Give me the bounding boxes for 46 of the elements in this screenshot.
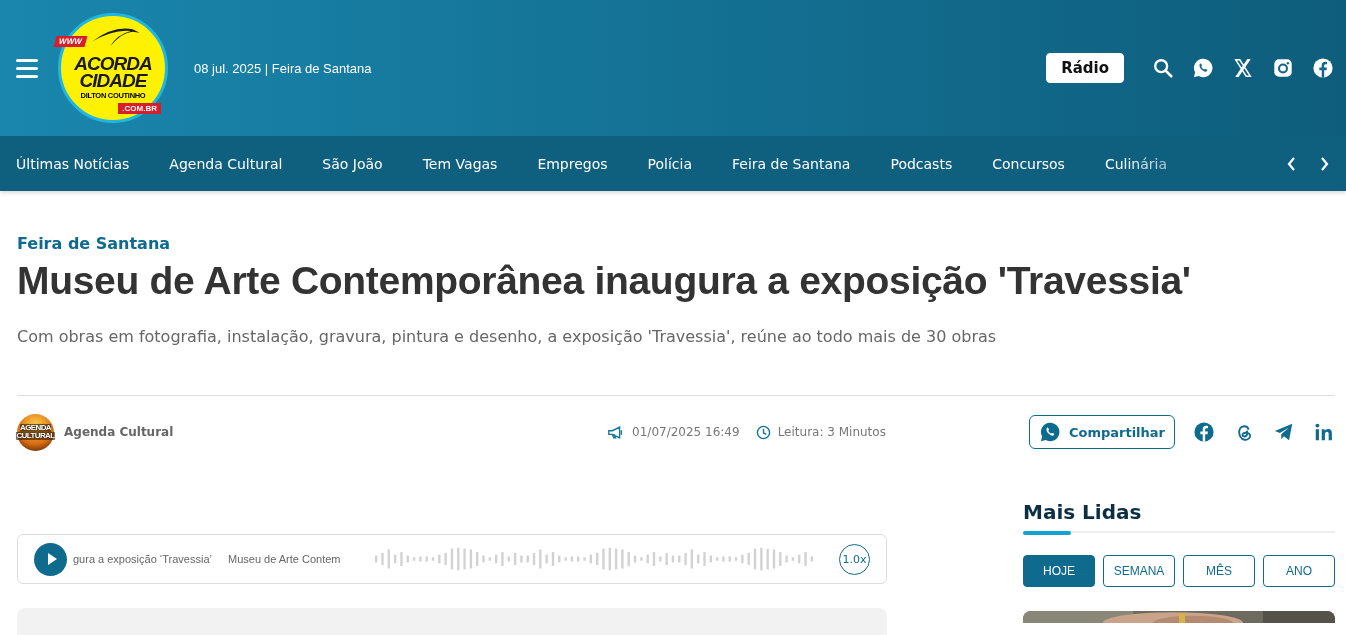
period-tab[interactable]: ANO [1263,555,1335,587]
x-logo-icon[interactable] [1232,57,1254,79]
telegram-icon[interactable] [1273,421,1295,443]
publish-date: 01/07/2025 16:49 [632,425,740,439]
linkedin-icon[interactable] [1313,421,1335,443]
reading-time: Leitura: 3 Minutos [777,425,886,439]
nav-link[interactable]: Podcasts [890,155,953,172]
author-name: Agenda Cultural [64,425,174,439]
play-icon [46,553,57,565]
category-link[interactable]: Feira de Santana [17,234,1335,253]
facebook-icon[interactable] [1312,57,1334,79]
article-title: Museu de Arte Contemporânea inaugura a exposição 'Travessia' [17,259,1192,303]
nav-link[interactable]: Agenda Cultural [169,155,283,172]
whatsapp-icon[interactable] [1192,57,1214,79]
nav-link[interactable]: Empregos [537,155,608,172]
nav-link[interactable]: Culinária [1104,155,1167,172]
logo-text: ACORDA [74,54,152,72]
nav-link[interactable]: Tem Vagas [422,155,498,172]
section-title: Mais Lidas [1023,499,1143,524]
chevron-right-icon[interactable] [1318,155,1330,172]
article-subtitle: Com obras em fotografia, instalação, gravura, pintura e desenho, a exposição 'Travessia', reúne ao todo mais de 30 obras [17,327,998,346]
nav-link[interactable]: Polícia [647,155,693,172]
period-tab[interactable]: SEMANA [1103,555,1175,587]
clock-icon [755,424,771,440]
nav-link[interactable]: São João [322,155,383,172]
ticker-text: gura a exposição ‘Travessia’ [73,553,212,565]
menu-icon[interactable] [16,58,38,78]
search-icon[interactable] [1152,57,1174,79]
whatsapp-icon [1038,421,1061,443]
chevron-left-icon[interactable] [1286,155,1298,172]
logo-tag: WWW [53,36,88,47]
period-tab[interactable]: HOJE [1023,555,1095,587]
nav-link[interactable]: Concursos [992,155,1065,172]
ticker-text: Museu de Arte Contem [228,553,341,565]
period-tab[interactable]: MÊS [1183,555,1255,587]
logo-tag: .COM.BR [118,103,161,114]
nav-link[interactable]: Últimas Notícias [16,155,130,172]
share-button[interactable]: Compartilhar [1028,415,1175,449]
facebook-icon[interactable] [1193,421,1215,443]
nav-link[interactable]: Feira de Santana [732,155,851,172]
date-location: 08 jul. 2025 | Feira de Santana [194,60,372,76]
instagram-icon[interactable] [1272,57,1294,79]
logo-text: CIDADE [79,71,147,89]
speed-button[interactable]: 1.0x [839,543,870,575]
radio-button[interactable]: Rádio [1046,53,1124,83]
play-button[interactable] [34,542,67,576]
